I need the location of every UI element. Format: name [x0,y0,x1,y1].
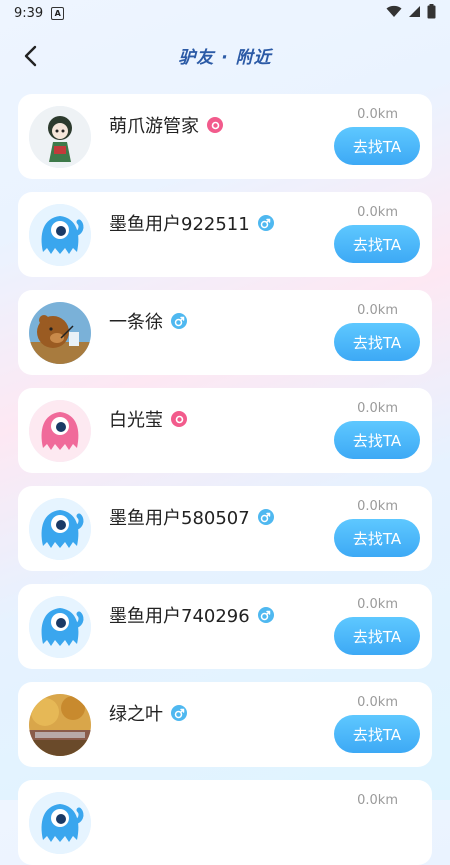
distance-label: 0.0km [357,793,398,808]
user-card[interactable]: 一条徐 0.0km 去找TA [18,290,432,375]
avatar[interactable] [29,204,91,266]
distance-label: 0.0km [357,499,398,514]
user-card[interactable]: 墨鱼用户580507 0.0km 去找TA [18,486,432,571]
nearby-user-list: 萌爪游管家 0.0km 去找TA 墨鱼用户922511 0.0km 去找TA 一条徐 0.0k… [18,94,432,865]
distance-label: 0.0km [357,303,398,318]
back-button[interactable] [18,43,44,69]
distance-label: 0.0km [357,695,398,710]
avatar[interactable] [29,302,91,364]
find-user-button[interactable]: 去找TA [334,519,420,557]
signal-icon [408,5,421,22]
status-time: 9:39 [14,5,44,21]
back-arrow-icon [24,45,37,67]
user-name: 萌爪游管家 [109,116,199,137]
distance-label: 0.0km [357,597,398,612]
user-name: 墨鱼用户740296 [109,606,250,627]
user-name-row: 绿之叶 [109,700,187,726]
find-user-button[interactable]: 去找TA [334,421,420,459]
user-card[interactable]: 绿之叶 0.0km 去找TA [18,682,432,767]
female-gender-icon [171,411,187,427]
male-gender-icon [171,313,187,329]
user-name-row: 墨鱼用户740296 [109,602,274,628]
find-user-button[interactable]: 去找TA [334,617,420,655]
wifi-icon [386,5,402,22]
distance-label: 0.0km [357,401,398,416]
user-card[interactable]: 墨鱼用户740296 0.0km 去找TA [18,584,432,669]
male-gender-icon [171,705,187,721]
find-user-button[interactable]: 去找TA [334,225,420,263]
avatar[interactable] [29,106,91,168]
avatar[interactable] [29,498,91,560]
male-gender-icon [257,607,274,623]
distance-label: 0.0km [357,205,398,220]
find-user-button[interactable]: 去找TA [334,127,420,165]
status-left: 9:39 A [14,5,65,21]
user-name-row: 萌爪游管家 [109,112,223,138]
male-gender-icon [257,509,274,525]
user-name-row: 墨鱼用户580507 [109,504,274,530]
find-user-button[interactable]: 去找TA [334,715,420,753]
nav-bar: 驴友 · 附近 [0,30,450,80]
avatar[interactable] [29,596,91,658]
notification-icon: A [51,6,65,20]
user-name-row: 墨鱼用户922511 [109,210,274,236]
female-gender-icon [207,117,223,133]
user-name: 墨鱼用户922511 [109,214,250,235]
male-gender-icon [257,215,274,231]
user-card[interactable]: 萌爪游管家 0.0km 去找TA [18,94,432,179]
avatar[interactable] [29,694,91,756]
distance-label: 0.0km [357,107,398,122]
user-card[interactable]: 白光莹 0.0km 去找TA [18,388,432,473]
user-name: 墨鱼用户580507 [109,508,250,529]
user-name: 绿之叶 [109,704,163,725]
page-title: 驴友 · 附近 [178,47,272,68]
battery-icon [427,3,436,23]
avatar[interactable] [29,400,91,462]
find-user-button[interactable]: 去找TA [334,323,420,361]
user-name-row: 一条徐 [109,308,187,334]
status-right [386,3,436,23]
avatar[interactable] [29,792,91,854]
user-name: 一条徐 [109,312,163,333]
status-bar: 9:39 A [0,0,450,26]
user-name: 白光莹 [109,410,163,431]
user-card[interactable]: 墨鱼用户922511 0.0km 去找TA [18,192,432,277]
user-card[interactable]: 0.0km [18,780,432,865]
user-name-row: 白光莹 [109,406,187,432]
